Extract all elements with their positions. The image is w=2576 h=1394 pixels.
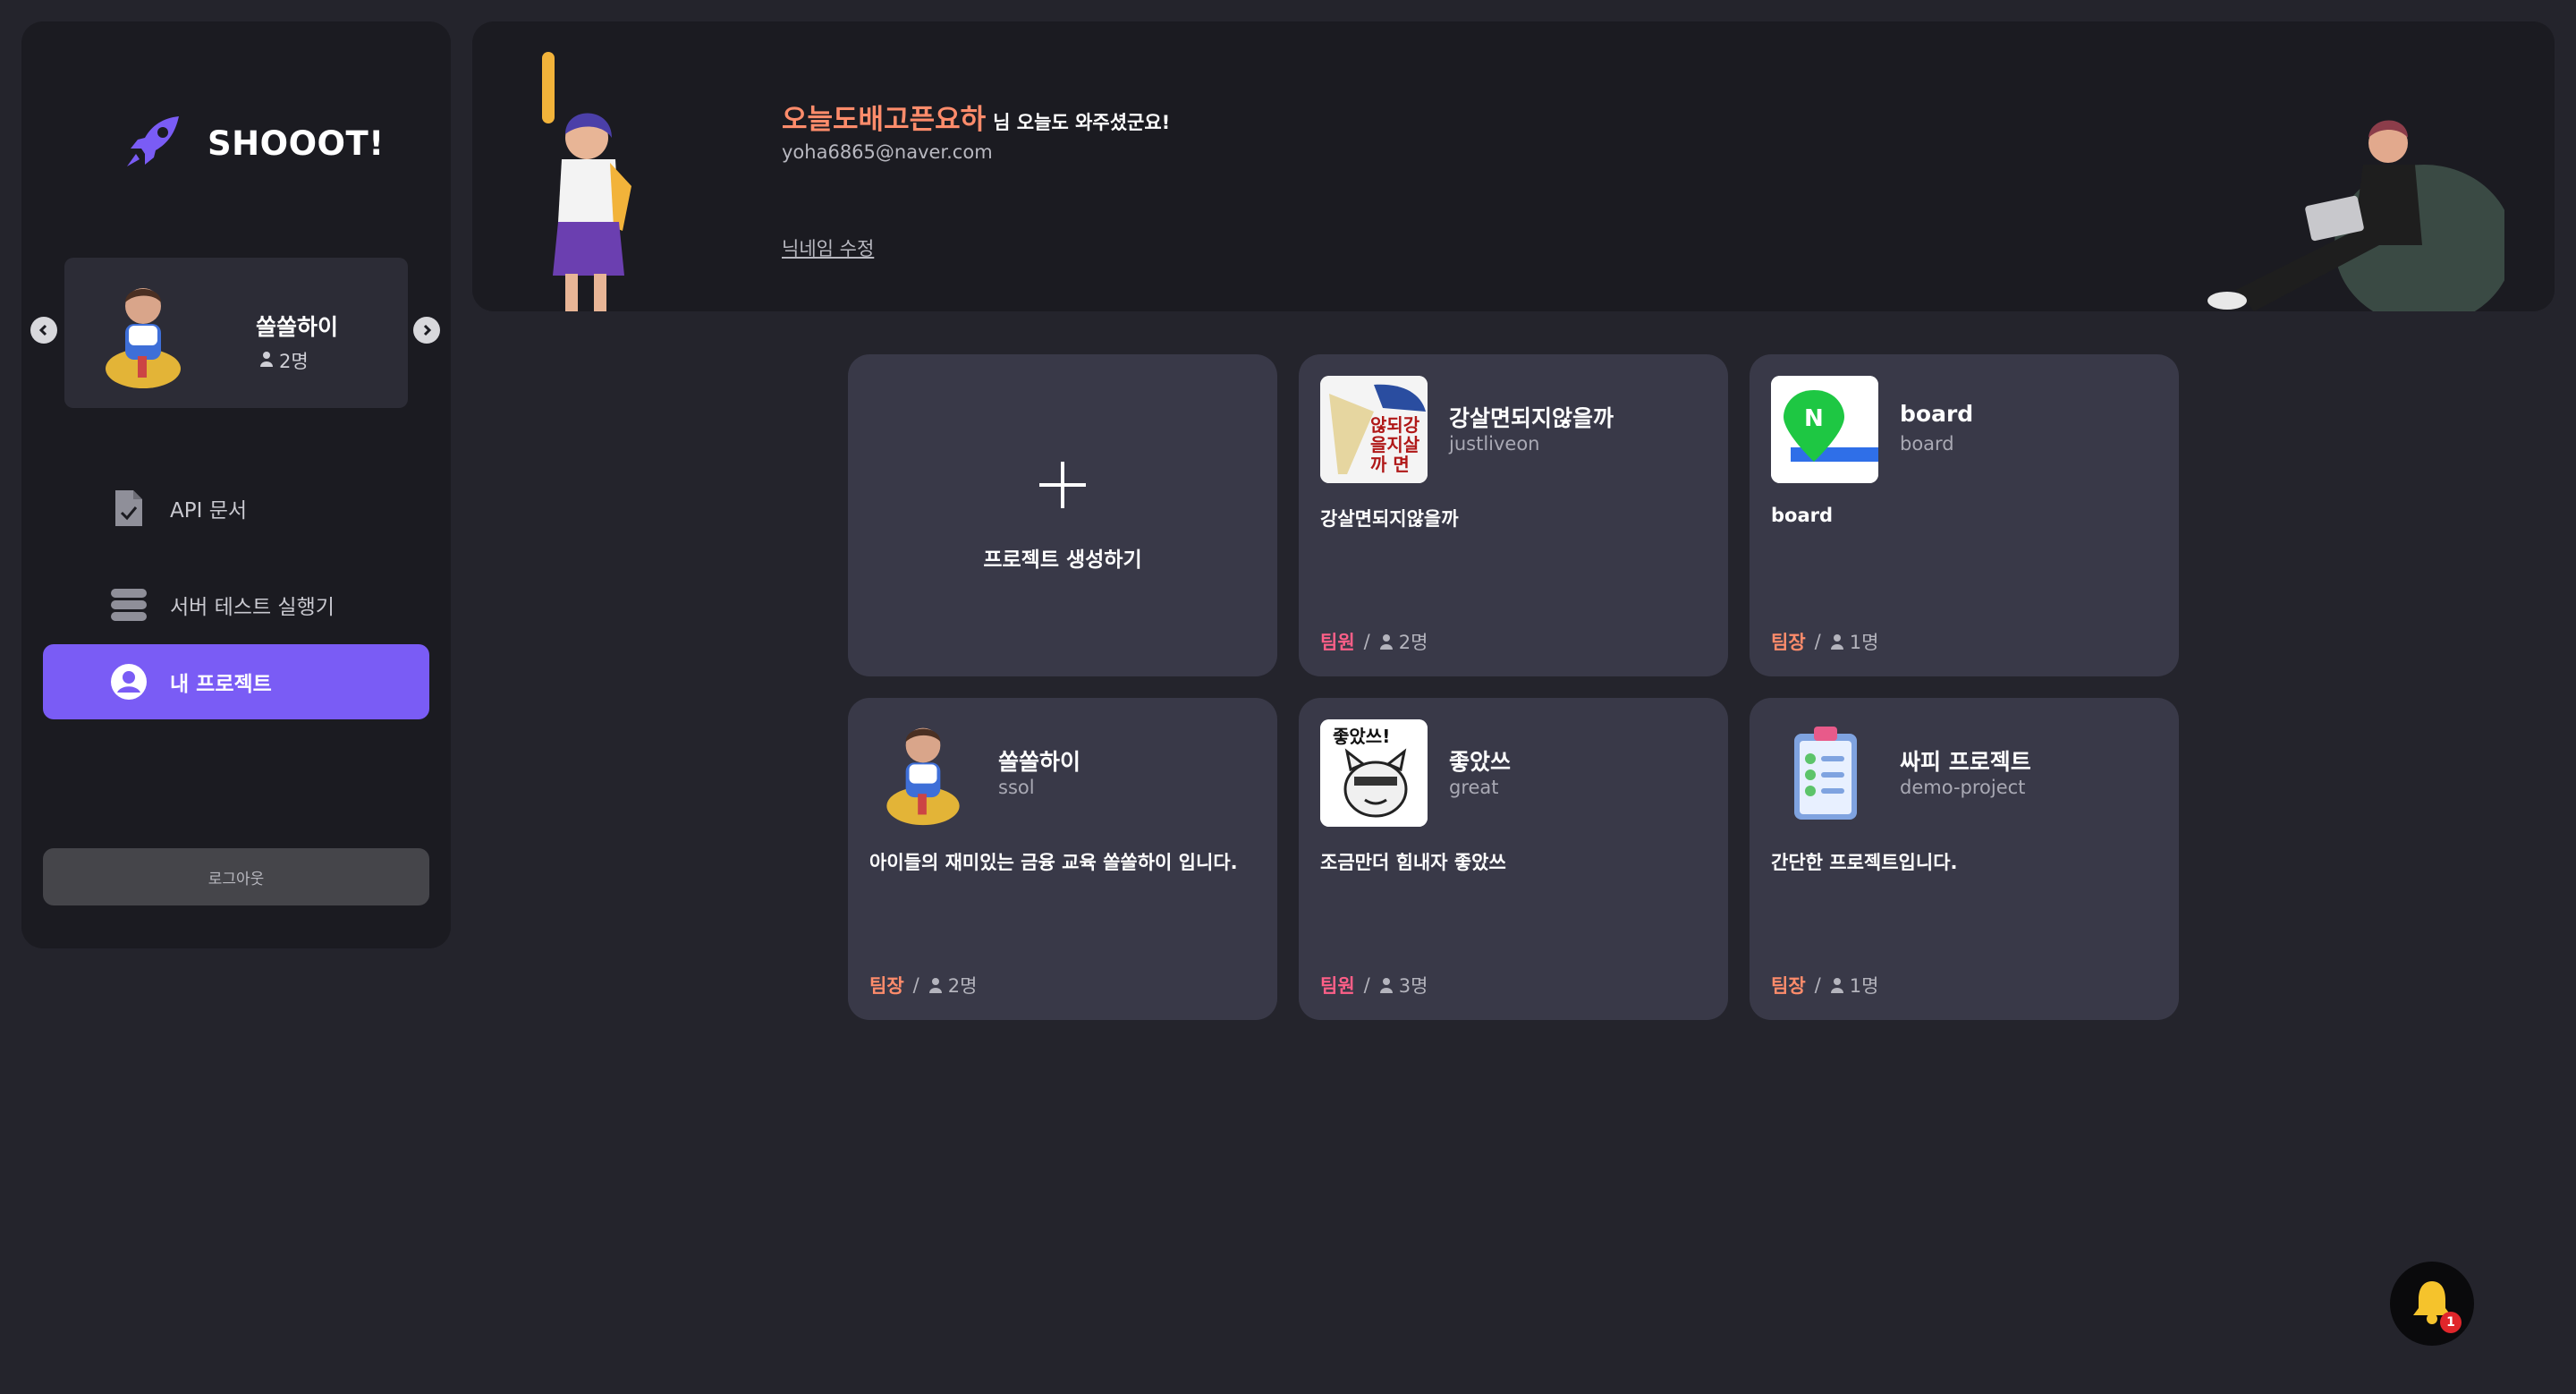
- project-grid: 프로젝트 생성하기 않되강 을지살 까 면 강살면되지않을까 justliveo…: [848, 354, 2179, 1020]
- project-description: 강살면되지않을까: [1320, 508, 1459, 530]
- project-role: 팀장: [869, 975, 904, 997]
- menu-my-projects[interactable]: 내 프로젝트: [43, 644, 429, 719]
- project-footer: 팀장 / 1명: [1771, 972, 1878, 999]
- project-subtitle: justliveon: [1449, 433, 1540, 455]
- separator: /: [1814, 974, 1821, 996]
- project-role: 팀장: [1771, 632, 1806, 653]
- menu-label: API 문서: [170, 499, 248, 523]
- separator: /: [1363, 631, 1370, 652]
- nickname: 오늘도배고픈요하: [782, 104, 987, 136]
- boy-avatar: [869, 719, 977, 827]
- project-description: board: [1771, 505, 1834, 526]
- project-card[interactable]: 쏠쏠하이 ssol 아이들의 재미있는 금융 교육 쏠쏠하이 입니다. 팀장 /…: [848, 698, 1277, 1020]
- rocket-icon: [123, 113, 186, 174]
- svg-text:않되강: 않되강: [1370, 414, 1420, 436]
- create-project-card[interactable]: 프로젝트 생성하기: [848, 354, 1277, 676]
- brand-name: SHOOOT!: [208, 123, 385, 163]
- calligraphy-image: 않되강 을지살 까 면: [1320, 376, 1428, 483]
- menu-api-docs[interactable]: API 문서: [43, 471, 429, 546]
- member-count: 2명: [1398, 632, 1428, 653]
- edit-nickname-link[interactable]: 닉네임 수정: [782, 234, 874, 261]
- member-count: 1명: [1849, 975, 1879, 997]
- person-icon: [1830, 978, 1843, 993]
- project-footer: 팀원 / 2명: [1320, 628, 1428, 655]
- current-project-card[interactable]: 쏠쏠하이 2명: [64, 258, 408, 408]
- member-count: 2명: [279, 351, 309, 372]
- member-count: 3명: [1398, 975, 1428, 997]
- project-card[interactable]: 싸피 프로젝트 demo-project 간단한 프로젝트입니다. 팀장 / 1…: [1750, 698, 2179, 1020]
- sidebar: SHOOOT! 쏠쏠하이 2명 API 문서 서버 테스트 실행기 내 프로젝트…: [21, 21, 451, 948]
- separator: /: [912, 974, 919, 996]
- project-description: 조금만더 힘내자 좋았쓰: [1320, 852, 1506, 873]
- separator: /: [1363, 974, 1370, 996]
- plus-icon: [1036, 458, 1089, 512]
- create-project-label: 프로젝트 생성하기: [983, 548, 1142, 572]
- clipboard-icon: [1771, 719, 1878, 827]
- logout-button[interactable]: 로그아웃: [43, 848, 429, 905]
- svg-text:까 면: 까 면: [1370, 454, 1410, 475]
- menu-label: 서버 테스트 실행기: [170, 596, 335, 619]
- person-icon: [1379, 978, 1393, 993]
- project-members: 1명: [1830, 972, 1879, 999]
- person-icon: [259, 350, 274, 371]
- member-count: 2명: [947, 975, 978, 997]
- next-project-button[interactable]: [413, 317, 440, 344]
- separator: /: [1814, 631, 1821, 652]
- member-count: 1명: [1849, 632, 1879, 653]
- project-card[interactable]: N board board board 팀장 / 1명: [1750, 354, 2179, 676]
- project-subtitle: board: [1900, 433, 1954, 455]
- greeting-suffix: 님 오늘도 와주셨군요!: [993, 112, 1171, 133]
- project-subtitle: great: [1449, 777, 1499, 798]
- user-email: yoha6865@naver.com: [782, 141, 993, 163]
- project-title: 좋았쓰: [1449, 749, 1512, 775]
- project-members: 1명: [1830, 628, 1879, 655]
- project-members: 2명: [928, 972, 978, 999]
- project-avatar: [98, 279, 188, 390]
- current-project-members: 2명: [259, 347, 309, 374]
- notification-button[interactable]: 1: [2390, 1262, 2474, 1346]
- woman-illustration: [526, 52, 642, 311]
- project-footer: 팀장 / 2명: [869, 972, 977, 999]
- project-role: 팀원: [1320, 975, 1355, 997]
- menu-label: 내 프로젝트: [170, 673, 272, 696]
- project-members: 2명: [1379, 628, 1428, 655]
- project-title: 강살면되지않을까: [1449, 405, 1614, 431]
- person-icon: [928, 978, 942, 993]
- project-members: 3명: [1379, 972, 1428, 999]
- project-role: 팀원: [1320, 632, 1355, 653]
- project-description: 아이들의 재미있는 금융 교육 쏠쏠하이 입니다.: [869, 852, 1238, 873]
- prev-project-button[interactable]: [30, 317, 57, 344]
- project-title: 쏠쏠하이: [998, 749, 1081, 775]
- current-project-name: 쏠쏠하이: [256, 314, 339, 340]
- project-role: 팀장: [1771, 975, 1806, 997]
- notification-badge: 1: [2440, 1312, 2462, 1333]
- naver-map-icon: N: [1771, 376, 1878, 483]
- project-title: board: [1900, 401, 1974, 427]
- svg-text:을지살: 을지살: [1370, 434, 1420, 455]
- document-check-icon: [109, 489, 148, 528]
- user-circle-icon: [109, 662, 148, 701]
- logo[interactable]: SHOOOT!: [123, 113, 385, 174]
- svg-text:N: N: [1804, 405, 1824, 432]
- menu-server-test[interactable]: 서버 테스트 실행기: [43, 567, 429, 642]
- profile-banner: 오늘도배고픈요하 님 오늘도 와주셨군요! yoha6865@naver.com…: [472, 21, 2555, 311]
- project-card[interactable]: 않되강 을지살 까 면 강살면되지않을까 justliveon 강살면되지않을까…: [1299, 354, 1728, 676]
- project-footer: 팀장 / 1명: [1771, 628, 1878, 655]
- cat-meme-image: 좋았쓰!: [1320, 719, 1428, 827]
- project-subtitle: ssol: [998, 777, 1035, 798]
- project-title: 싸피 프로젝트: [1900, 749, 2031, 775]
- person-icon: [1379, 634, 1393, 650]
- person-icon: [1830, 634, 1843, 650]
- server-icon: [109, 585, 148, 625]
- greeting: 오늘도배고픈요하 님 오늘도 와주셨군요!: [782, 97, 1170, 137]
- project-card[interactable]: 좋았쓰! 좋았쓰 great 조금만더 힘내자 좋았쓰 팀원 / 3명: [1299, 698, 1728, 1020]
- svg-text:좋았쓰!: 좋았쓰!: [1333, 726, 1390, 747]
- project-description: 간단한 프로젝트입니다.: [1771, 852, 1958, 873]
- project-footer: 팀원 / 3명: [1320, 972, 1428, 999]
- man-on-beanbag-illustration: [2200, 111, 2513, 311]
- project-subtitle: demo-project: [1900, 777, 2026, 798]
